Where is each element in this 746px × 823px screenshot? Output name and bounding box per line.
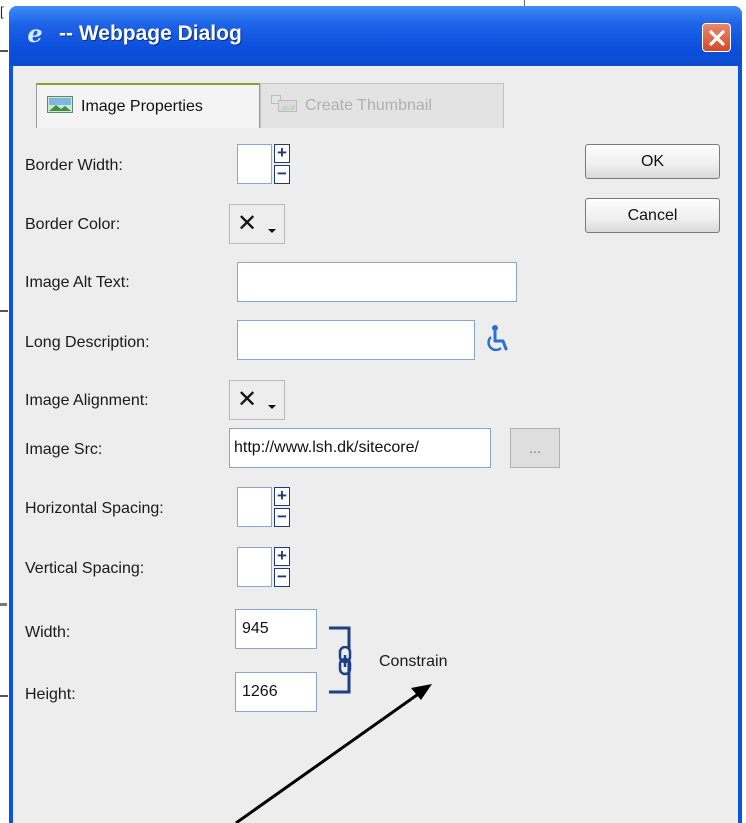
annotation-arrow [235, 684, 432, 823]
